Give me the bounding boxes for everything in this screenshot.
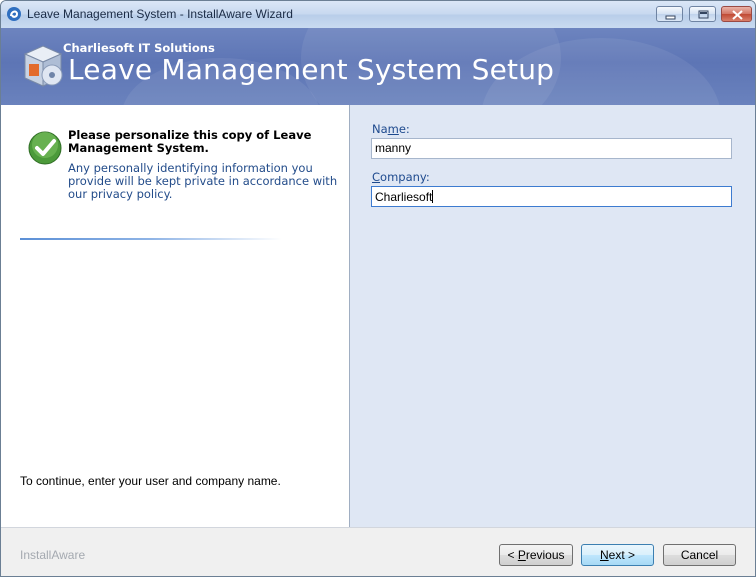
minimize-icon — [665, 15, 676, 20]
info-panel: Please personalize this copy of Leave Ma… — [1, 105, 349, 527]
panel-heading: Please personalize this copy of Leave Ma… — [68, 128, 312, 155]
separator-line — [20, 238, 282, 240]
title-bar[interactable]: Leave Management System - InstallAware W… — [1, 1, 755, 28]
close-button[interactable] — [721, 6, 752, 22]
window-title: Leave Management System - InstallAware W… — [27, 7, 293, 21]
close-icon — [732, 10, 743, 20]
name-field[interactable]: manny — [371, 138, 732, 159]
maximize-icon — [698, 10, 709, 19]
minimize-button[interactable] — [656, 6, 683, 22]
installer-window: Leave Management System - InstallAware W… — [0, 0, 756, 577]
previous-button[interactable]: < Previous — [499, 544, 573, 566]
installaware-app-icon — [7, 7, 21, 21]
next-button[interactable]: Next > — [581, 544, 654, 566]
maximize-button[interactable] — [689, 6, 716, 22]
installaware-brand: InstallAware — [20, 548, 86, 562]
name-label: Name: — [372, 122, 410, 136]
text-caret — [432, 190, 434, 203]
setup-box-icon — [23, 45, 63, 87]
header-banner: Charliesoft IT Solutions Leave Managemen… — [1, 28, 755, 105]
cancel-button[interactable]: Cancel — [663, 544, 736, 566]
checkmark-icon — [28, 131, 62, 165]
form-panel: Name: manny Company: Charliesoft — [350, 105, 755, 527]
company-label: Company: — [372, 170, 430, 184]
setup-title: Leave Management System Setup — [68, 53, 555, 86]
privacy-description: Any personally identifying information y… — [68, 161, 338, 201]
company-field[interactable]: Charliesoft — [371, 186, 732, 207]
button-bar: InstallAware < Previous Next > Cancel — [1, 527, 755, 576]
instruction-text: To continue, enter your user and company… — [20, 474, 281, 488]
